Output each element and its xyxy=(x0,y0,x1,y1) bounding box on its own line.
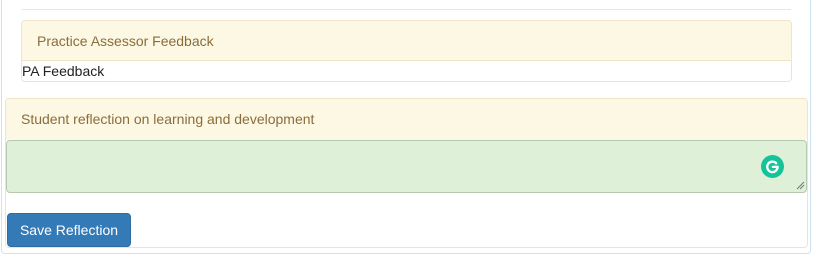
save-reflection-button[interactable]: Save Reflection xyxy=(7,213,131,247)
practice-assessor-feedback-text: PA Feedback xyxy=(22,63,105,79)
student-reflection-textarea[interactable] xyxy=(6,140,807,193)
divider xyxy=(22,9,791,10)
resize-grip-icon[interactable] xyxy=(796,181,805,190)
reflection-panel: Practice Assessor Feedback PA Feedback S… xyxy=(1,0,811,254)
grammarly-g-icon xyxy=(766,160,779,174)
student-reflection-panel: Student reflection on learning and devel… xyxy=(5,98,808,248)
practice-assessor-feedback-panel: Practice Assessor Feedback PA Feedback xyxy=(21,20,792,82)
student-reflection-heading: Student reflection on learning and devel… xyxy=(6,99,807,140)
grammarly-icon[interactable] xyxy=(761,155,784,178)
practice-assessor-feedback-heading: Practice Assessor Feedback xyxy=(22,21,791,61)
